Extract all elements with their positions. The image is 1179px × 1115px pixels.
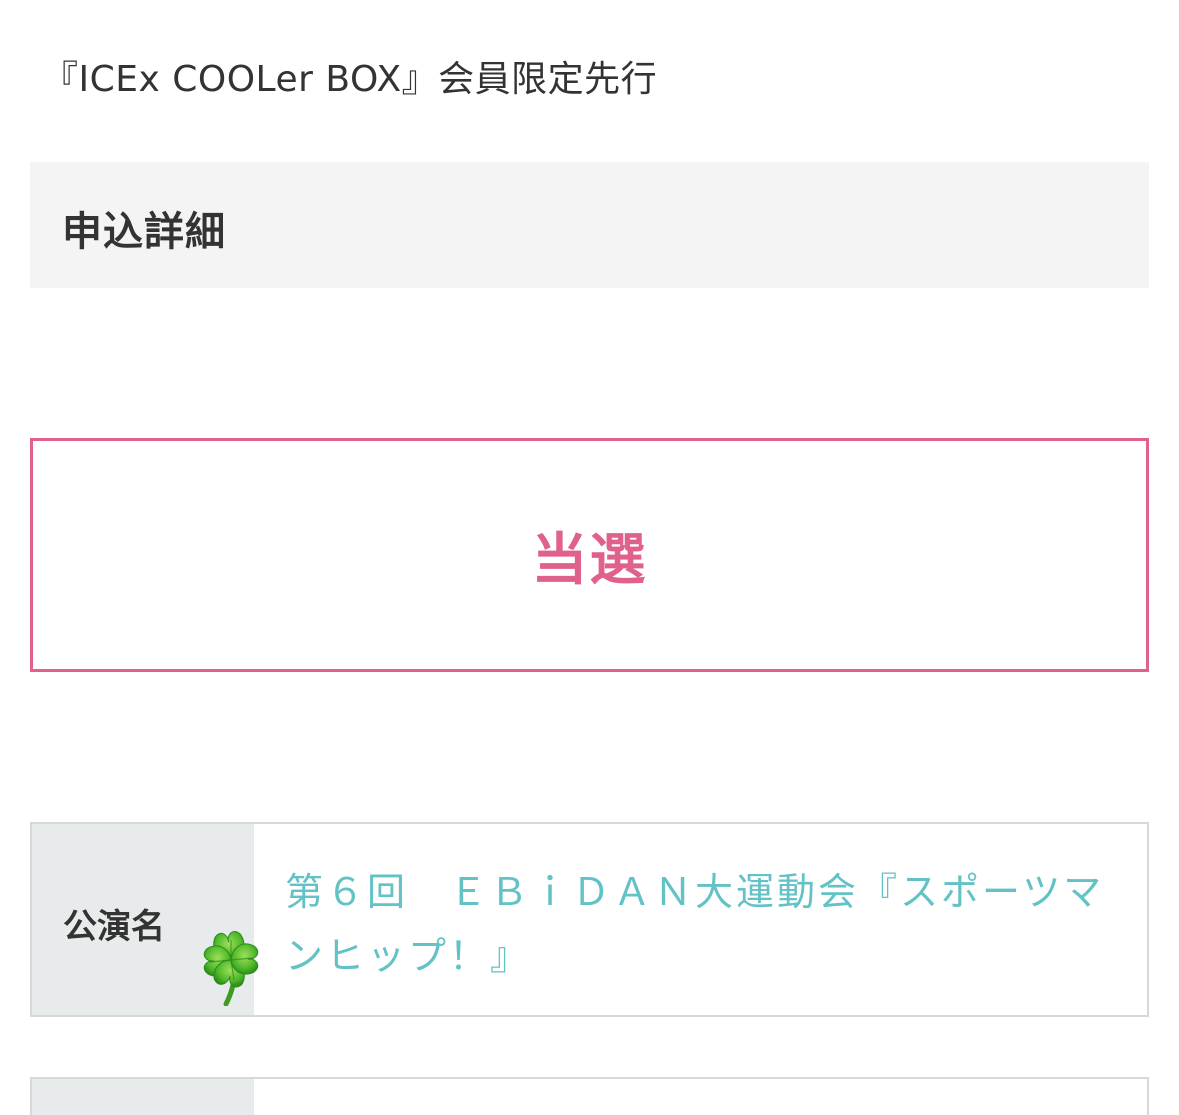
detail-value-cell: 第６回 ＥＢｉＤＡＮ大運動会『スポーツマンヒップ！』 — [254, 824, 1147, 1015]
four-leaf-clover-icon — [203, 931, 259, 1006]
result-status-box: 当選 — [30, 438, 1149, 672]
result-status: 当選 — [531, 527, 648, 593]
detail-row-next — [30, 1077, 1149, 1115]
detail-value-cell — [254, 1079, 1147, 1115]
performance-name-link[interactable]: 第６回 ＥＢｉＤＡＮ大運動会『スポーツマンヒップ！』 — [285, 860, 1115, 988]
detail-label: 公演名 — [63, 907, 165, 947]
lottery-title: 『ICEx COOLer BOX』会員限定先行 — [42, 59, 658, 100]
section-header-label: 申込詳細 — [62, 209, 226, 255]
section-header: 申込詳細 — [30, 162, 1149, 288]
detail-label-cell — [32, 1079, 254, 1115]
application-detail-page: 『ICEx COOLer BOX』会員限定先行 申込詳細 当選 公演名 第６回 … — [0, 0, 1179, 1115]
